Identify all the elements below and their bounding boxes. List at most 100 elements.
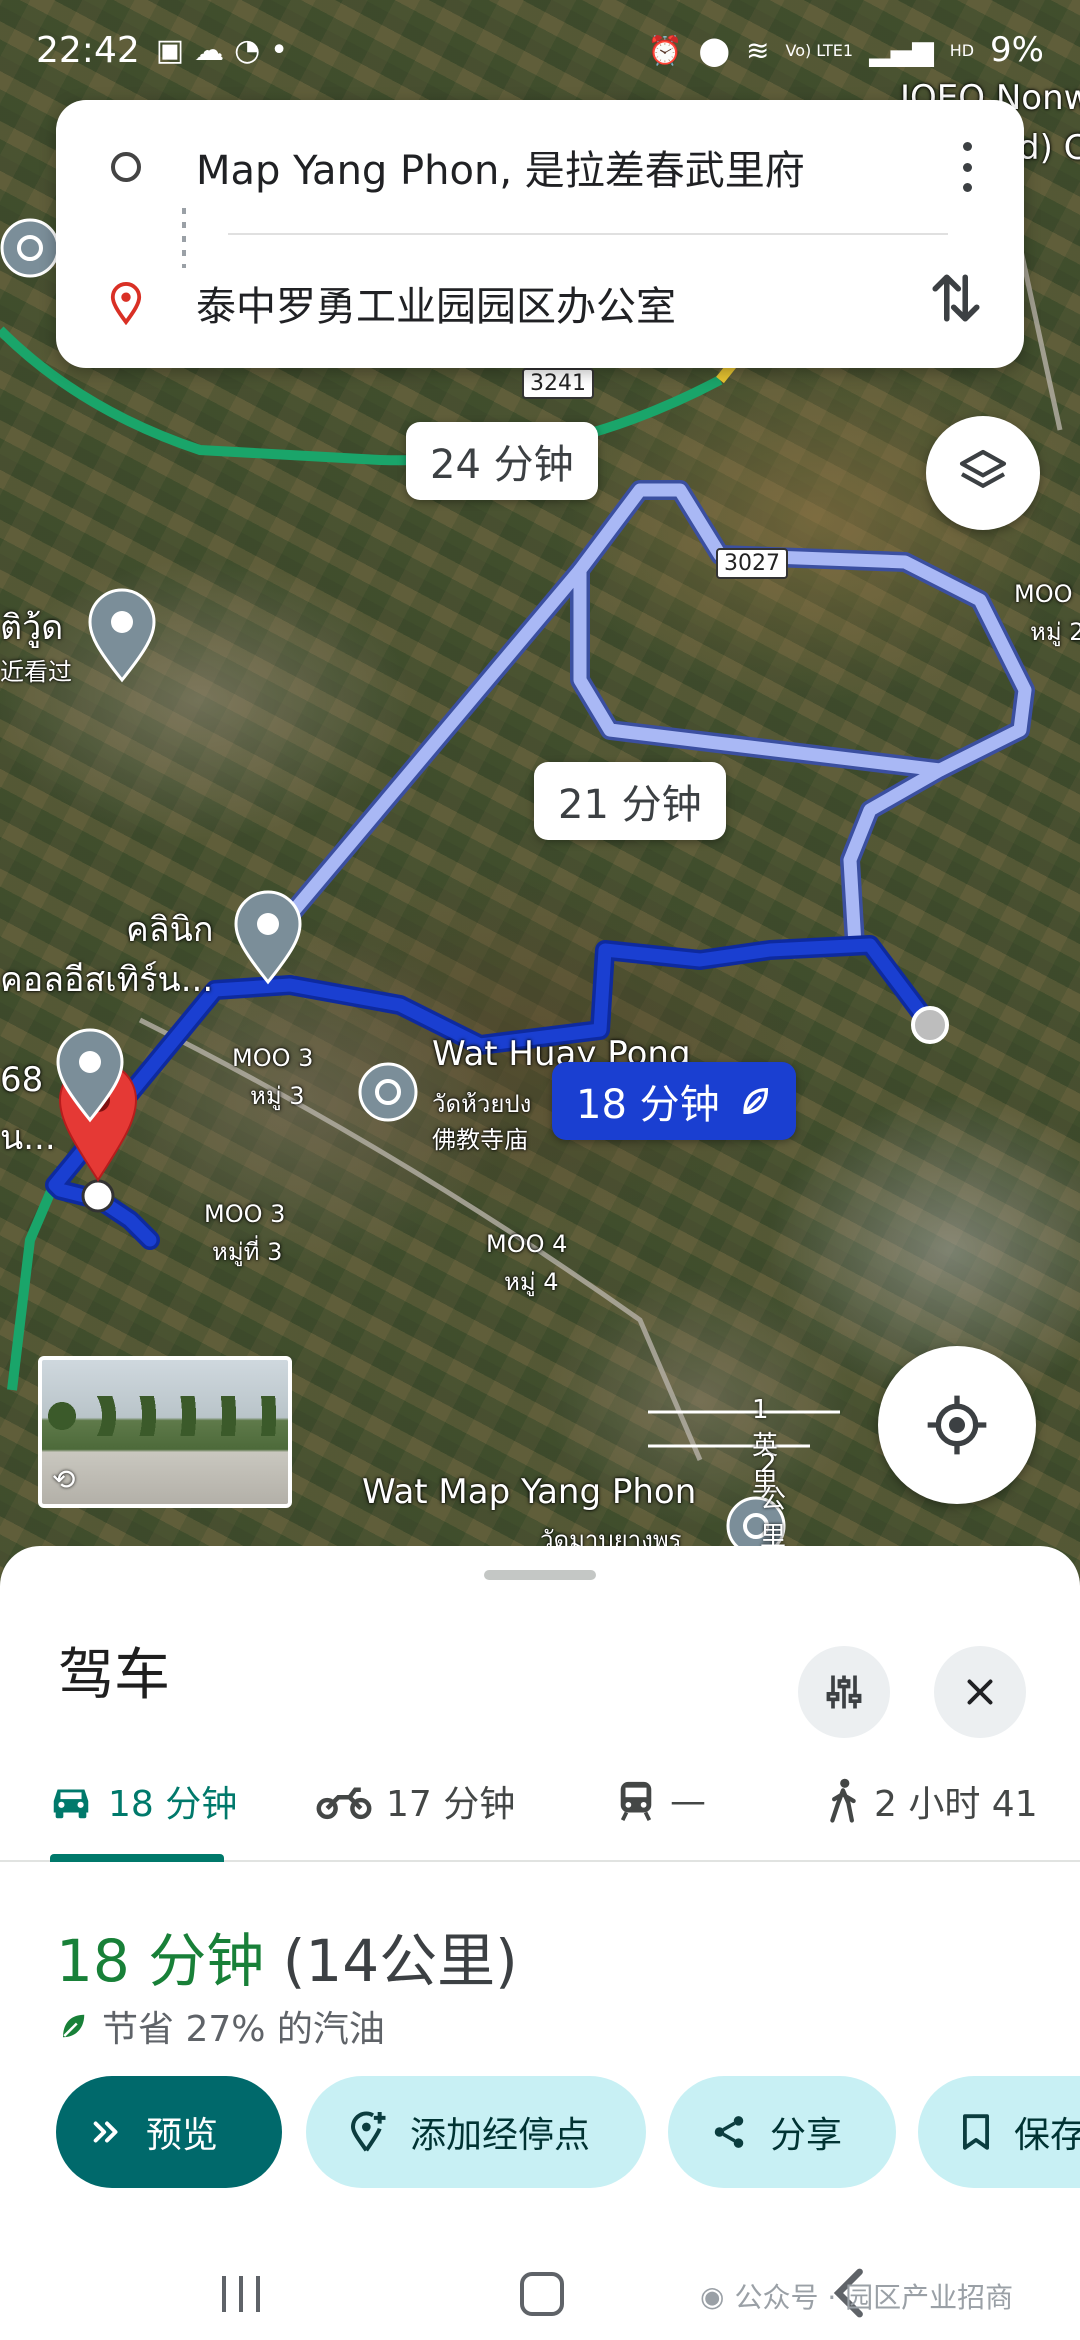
- map-label: หมู่ 2: [1030, 618, 1080, 646]
- travel-mode-tabs: 18 分钟 17 分钟 — 2 小时 41: [0, 1742, 1080, 1862]
- tab-motorcycle-label: 17 分钟: [386, 1784, 516, 1825]
- close-icon: [967, 1679, 993, 1705]
- active-tab-indicator: [50, 1854, 224, 1862]
- location-icon: ⬤: [698, 33, 731, 67]
- add-location-icon: [350, 2111, 386, 2152]
- sheet-title: 驾车: [58, 1643, 170, 1708]
- map-label: คอลอีสเทิร์น...: [0, 960, 214, 1000]
- alarm-icon: ⏰: [647, 33, 683, 67]
- poi-pin-clinic: [234, 890, 302, 985]
- best-route-time: 18 分钟: [576, 1082, 720, 1128]
- map-label: วัดห้วยปง: [432, 1090, 532, 1118]
- close-button[interactable]: [934, 1646, 1026, 1738]
- input-divider: [228, 233, 948, 235]
- map-label: d) C: [1018, 128, 1080, 168]
- tab-driving[interactable]: 18 分钟: [48, 1742, 237, 1860]
- temple-icon: [0, 218, 60, 278]
- route-summary: 18 分钟 (14公里): [56, 1914, 518, 1998]
- bookmark-icon: [963, 2114, 989, 2150]
- summary-distance: (14公里): [282, 1927, 518, 1995]
- map-label: MOO 3: [232, 1044, 314, 1072]
- battery-level: 9%: [990, 30, 1044, 70]
- wifi-icon: ≋: [746, 33, 770, 67]
- destination-field[interactable]: 泰中罗勇工业园园区办公室: [56, 258, 1024, 348]
- tab-transit-label: —: [670, 1780, 706, 1822]
- map-label: 佛教寺庙: [432, 1126, 528, 1154]
- recents-button[interactable]: [218, 2272, 264, 2316]
- road-shield: 3027: [716, 548, 788, 579]
- leaf-icon: [63, 2014, 85, 2038]
- map-label: 68: [0, 1060, 44, 1100]
- preview-button[interactable]: 预览: [56, 2076, 282, 2188]
- tab-motorcycle[interactable]: 17 分钟: [316, 1742, 515, 1860]
- swap-arrows-icon: [932, 274, 980, 322]
- preview-label: 预览: [146, 2115, 219, 2156]
- tab-transit[interactable]: —: [616, 1742, 706, 1860]
- line-icon: ◔: [234, 32, 271, 68]
- fast-forward-icon: [93, 2121, 118, 2143]
- action-chips: 预览 添加经停点 分享 保存: [56, 2076, 1080, 2188]
- map-label: Wat Map Yang Phon: [362, 1472, 697, 1512]
- temple-icon: [358, 1062, 418, 1122]
- swap-button[interactable]: [928, 268, 984, 332]
- clock: 22:42: [36, 29, 140, 71]
- add-stop-button[interactable]: 添加经停点: [306, 2076, 646, 2188]
- origin-circle-icon: [111, 152, 141, 182]
- my-location-button[interactable]: [878, 1346, 1036, 1504]
- signal-icon: ▂▄▆: [869, 33, 934, 67]
- more-dot: [962, 142, 972, 151]
- summary-time: 18 分钟: [56, 1927, 265, 1995]
- tab-driving-label: 18 分钟: [108, 1784, 238, 1825]
- more-options-button[interactable]: [952, 142, 982, 192]
- layers-button[interactable]: [926, 416, 1040, 530]
- tune-icon: [826, 1675, 862, 1709]
- street-view-thumbnail[interactable]: ⟲: [38, 1356, 292, 1508]
- route-input-card: Map Yang Phon, 是拉差春武里府 泰中罗勇工业园园区办公室: [56, 100, 1024, 368]
- map-label: น...: [0, 1118, 56, 1158]
- route-options-button[interactable]: [798, 1646, 890, 1738]
- gallery-icon: ▣: [155, 32, 195, 68]
- sheet-drag-handle[interactable]: [484, 1570, 596, 1580]
- notification-icons: ▣☁◔•: [156, 33, 298, 68]
- scale-km: 2公里: [760, 1449, 787, 1552]
- motorcycle-icon: [316, 1787, 372, 1820]
- fuel-text: 节省 27% 的汽油: [102, 2009, 385, 2050]
- map-label: MOO: [1014, 580, 1073, 608]
- layers-icon: [959, 449, 1007, 488]
- hd-signal-icon: HD: [949, 40, 975, 60]
- more-dot: [962, 162, 972, 172]
- save-label: 保存: [1014, 2115, 1080, 2156]
- more-dot: [962, 183, 972, 192]
- map-view[interactable]: 22:42 ▣☁◔• ⏰ ⬤ ≋ Vo) LTE1 ▂▄▆ HD 9% JOEO…: [0, 0, 1080, 1600]
- share-label: 分享: [770, 2115, 843, 2156]
- share-button[interactable]: 分享: [668, 2076, 896, 2188]
- add-stop-label: 添加经停点: [410, 2115, 591, 2156]
- origin-field[interactable]: Map Yang Phon, 是拉差春武里府: [56, 122, 1024, 212]
- save-button[interactable]: 保存: [918, 2076, 1080, 2188]
- map-label: 近看过: [0, 658, 72, 686]
- crosshair-icon: [927, 1395, 987, 1455]
- system-nav-bar: ◉ 公众号 · 园区产业招商: [0, 2250, 1080, 2340]
- map-label: หมู่ 3: [250, 1082, 305, 1110]
- map-label: หมู่ 4: [504, 1268, 559, 1296]
- volte-icon: Vo) LTE1: [785, 40, 854, 60]
- route-time-bubble-alt1[interactable]: 24 分钟: [406, 422, 598, 500]
- route-time-bubble-alt2[interactable]: 21 分钟: [534, 762, 726, 840]
- fuel-saving-note: 节省 27% 的汽油: [58, 2000, 385, 2052]
- road-shield: 3241: [522, 368, 594, 399]
- home-button[interactable]: [520, 2272, 564, 2316]
- route-time-bubble-best[interactable]: 18 分钟: [552, 1062, 796, 1140]
- map-label: คลินิก: [126, 910, 214, 950]
- share-icon: [714, 2116, 744, 2148]
- car-icon: [53, 1789, 89, 1819]
- walk-icon: [830, 1778, 856, 1823]
- tab-walking[interactable]: 2 小时 41: [826, 1742, 1038, 1860]
- map-label: หมู่ที่ 3: [212, 1238, 283, 1266]
- watermark: ◉ 公众号 · 园区产业招商: [700, 2276, 1013, 2316]
- cloud-icon: ☁: [194, 32, 235, 68]
- destination-pin-icon: [110, 282, 142, 325]
- origin-text: Map Yang Phon, 是拉差春武里府: [196, 148, 805, 194]
- alt-route: [255, 480, 1035, 955]
- map-label: MOO 3: [204, 1200, 286, 1228]
- route-end-dot: [911, 1006, 949, 1044]
